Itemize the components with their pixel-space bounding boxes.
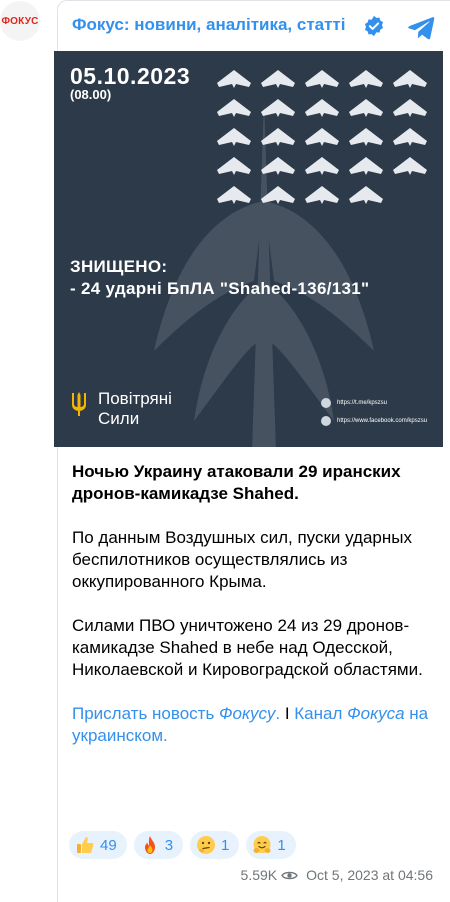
report-date: 05.10.2023 [70, 63, 191, 89]
drone-icon [305, 186, 339, 204]
telegram-small-icon [321, 398, 331, 408]
air-force-name: Повітряні Сили [98, 389, 172, 429]
destroyed-heading: ЗНИЩЕНО: [70, 257, 168, 276]
verified-badge-icon [364, 15, 384, 37]
drone-icon [217, 128, 251, 146]
drone-icon [305, 157, 339, 175]
send-news-link-text: Прислать новость [72, 704, 220, 723]
channel-name[interactable]: Фокус: новини, аналітика, статті [72, 15, 346, 35]
drone-icon [261, 157, 295, 175]
reactions-bar: 49 3 1 1 [69, 831, 296, 859]
drone-icon [217, 186, 251, 204]
facebook-link-text: https://www.facebook.com/kpszsu [337, 418, 428, 424]
drone-icon [217, 70, 251, 88]
post-headline: Ночью Украину атаковали 29 иранских дрон… [72, 462, 401, 503]
post-paragraph-1: По данным Воздушных сил, пуски ударных б… [72, 528, 412, 591]
post-links: Прислать новость Фокусу. I Канал Фокуса … [72, 703, 442, 747]
post-paragraph-2: Силами ПВО уничтожено 24 из 29 дронов-ка… [72, 616, 423, 679]
reaction-count: 1 [221, 836, 230, 854]
drone-icon [349, 157, 383, 175]
fire-icon [144, 836, 155, 854]
reaction-thumbs-up[interactable]: 49 [69, 831, 127, 859]
thumbs-up-icon [77, 837, 94, 853]
drone-icon [349, 99, 383, 117]
telegram-link: https://t.me/kpszsu [321, 394, 427, 412]
avatar-logo-text: ФОКУС [1, 15, 39, 27]
reaction-hug[interactable]: 1 [246, 831, 296, 859]
drone-icon [349, 70, 383, 88]
drone-icon [349, 128, 383, 146]
drone-icon [393, 99, 427, 117]
drone-icon [349, 186, 383, 204]
channel-link-italic: Фокуса [347, 704, 405, 723]
drone-icon [261, 186, 295, 204]
facebook-small-icon [321, 416, 331, 426]
destroyed-detail: - 24 ударні БпЛА "Shahed-136/131" [70, 279, 370, 298]
reaction-count: 49 [100, 836, 117, 854]
reaction-fire[interactable]: 3 [133, 831, 184, 859]
post-text: Ночью Украину атаковали 29 иранских дрон… [72, 461, 442, 769]
post-timestamp: Oct 5, 2023 at 04:56 [306, 867, 433, 883]
post-image[interactable]: 05.10.2023 (08.00) ЗНИЩЕНО: - 24 ударні … [54, 51, 443, 447]
reaction-count: 1 [277, 836, 286, 854]
send-news-link[interactable]: Прислать новость Фокусу. [72, 704, 280, 723]
channel-avatar[interactable]: ФОКУС [0, 1, 40, 41]
telegram-link-text: https://t.me/kpszsu [337, 400, 388, 406]
drone-grid [217, 70, 427, 204]
post-card: Фокус: новини, аналітика, статті 05.10.2… [54, 0, 450, 902]
destroyed-summary: ЗНИЩЕНО: - 24 ударні БпЛА "Shahed-136/13… [70, 256, 369, 300]
drone-icon [305, 99, 339, 117]
send-news-link-italic: Фокусу [219, 704, 276, 723]
trident-icon [72, 392, 86, 416]
eye-icon [281, 871, 298, 880]
reaction-hmm[interactable]: 1 [190, 831, 240, 859]
report-time: (08.00) [70, 87, 112, 102]
drone-icon [393, 70, 427, 88]
reaction-count: 3 [164, 836, 174, 854]
drone-icon [305, 128, 339, 146]
air-force-name-line2: Сили [98, 409, 140, 428]
hug-face-icon [253, 836, 271, 853]
air-force-name-line1: Повітряні [98, 389, 172, 408]
post-header: Фокус: новини, аналітика, статті [58, 1, 450, 51]
drone-icon [261, 99, 295, 117]
drone-icon [393, 157, 427, 175]
drone-icon [393, 128, 427, 146]
channel-link-text: Канал [294, 704, 348, 723]
link-separator: I [280, 704, 295, 723]
social-links: https://t.me/kpszsu https://www.facebook… [321, 394, 427, 430]
drone-icon [217, 99, 251, 117]
hmm-face-icon [197, 836, 216, 854]
telegram-icon[interactable] [406, 12, 436, 42]
drone-icon [261, 128, 295, 146]
drone-icon [305, 70, 339, 88]
drone-icon [261, 70, 295, 88]
post-meta: 5.59K Oct 5, 2023 at 04:56 [208, 867, 433, 883]
facebook-link: https://www.facebook.com/kpszsu [321, 412, 427, 430]
view-count: 5.59K [240, 867, 278, 883]
drone-icon [217, 157, 251, 175]
